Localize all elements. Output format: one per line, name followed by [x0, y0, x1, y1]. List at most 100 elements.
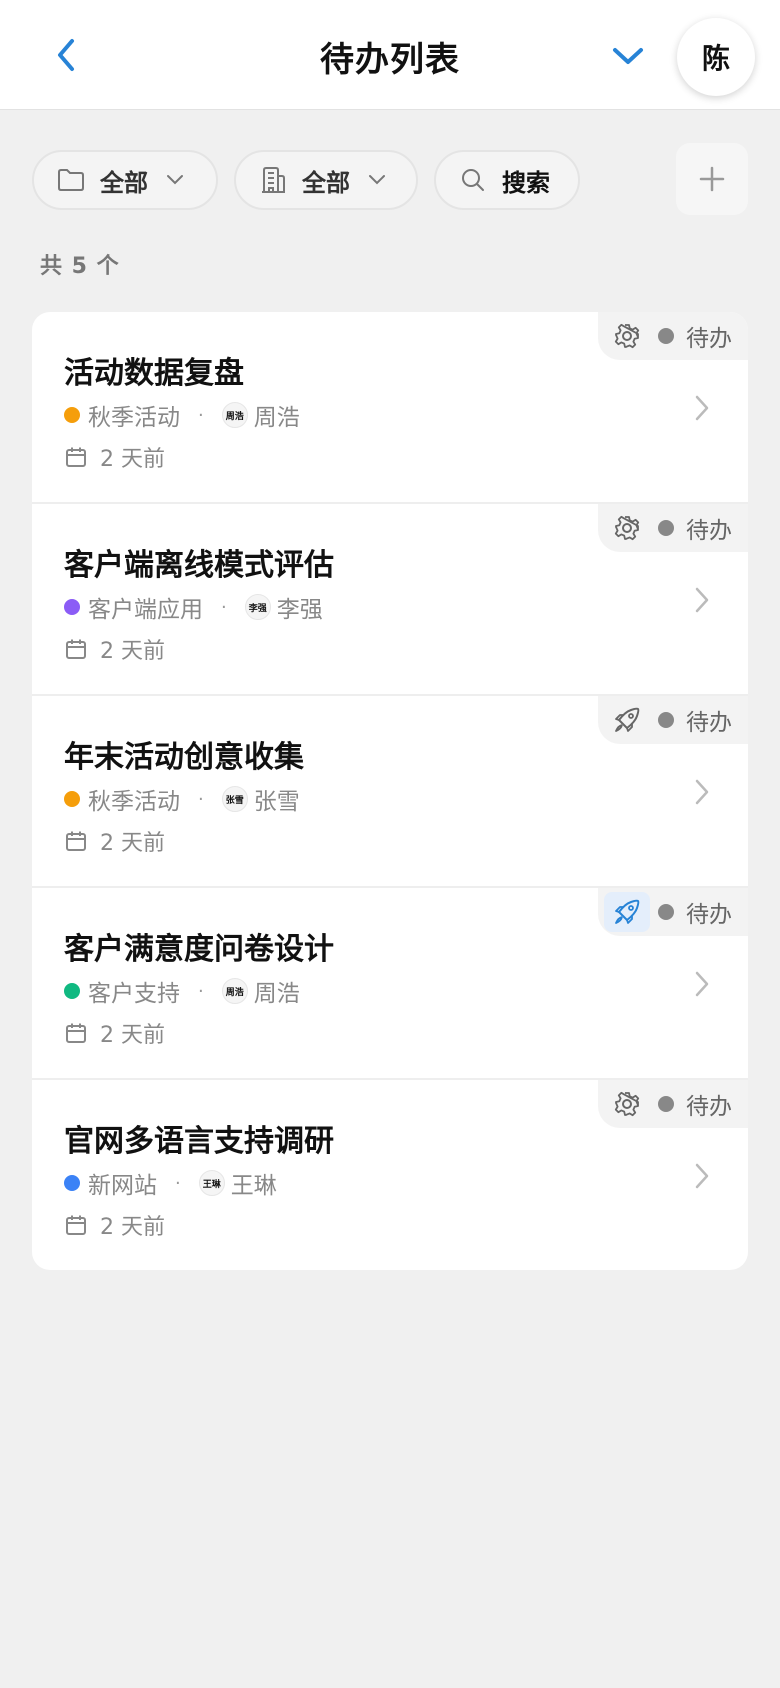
project-name: 新网站 — [88, 1173, 157, 1199]
task-card[interactable]: 待办 客户满意度问卷设计 客户支持 · 周浩 周浩 2 天前 — [32, 888, 748, 1080]
assignee-name: 周浩 — [253, 405, 300, 431]
chevron-right-icon — [690, 584, 714, 616]
task-title: 客户满意度问卷设计 — [64, 932, 334, 967]
task-card[interactable]: 待办 客户端离线模式评估 客户端应用 · 李强 李强 2 天前 — [32, 504, 748, 696]
status-label: 待办 — [686, 902, 732, 928]
rocket-icon — [604, 892, 650, 932]
date-text: 2 天前 — [100, 1215, 165, 1240]
status-label: 待办 — [686, 1094, 732, 1120]
task-date: 2 天前 — [64, 634, 165, 664]
assignee-avatar: 王琳 — [198, 1170, 225, 1196]
task-list: 待办 活动数据复盘 秋季活动 · 周浩 周浩 2 天前 待办 客户端离线模式评估… — [32, 312, 748, 1270]
project-name: 秋季活动 — [88, 405, 180, 431]
status-label: 待办 — [686, 518, 732, 544]
meta-separator: · — [198, 788, 204, 810]
date-text: 2 天前 — [100, 1023, 165, 1048]
gear-icon — [604, 508, 650, 548]
assignee-name: 李强 — [276, 597, 323, 623]
project-color-dot — [64, 791, 80, 807]
task-meta: 秋季活动 · 周浩 周浩 — [64, 398, 300, 432]
meta-separator: · — [198, 404, 204, 426]
assignee-name: 周浩 — [253, 981, 300, 1007]
task-meta: 新网站 · 王琳 王琳 — [64, 1166, 277, 1200]
project-filter-button[interactable]: 全部 — [32, 150, 218, 210]
search-icon — [458, 165, 488, 195]
chevron-down-icon — [164, 169, 186, 191]
assignee-avatar: 张雪 — [221, 786, 248, 812]
project-color-dot — [64, 599, 80, 615]
gear-icon — [604, 316, 650, 356]
status-badge: 待办 — [598, 312, 748, 360]
task-meta: 客户支持 · 周浩 周浩 — [64, 974, 300, 1008]
project-name: 客户支持 — [88, 981, 180, 1007]
task-title: 官网多语言支持调研 — [64, 1124, 334, 1159]
date-text: 2 天前 — [100, 831, 165, 856]
status-dot — [658, 520, 674, 536]
search-label: 搜索 — [502, 168, 550, 197]
task-date: 2 天前 — [64, 826, 165, 856]
project-color-dot — [64, 983, 80, 999]
rocket-icon — [604, 700, 650, 740]
calendar-icon — [64, 1021, 88, 1045]
assignee-avatar: 周浩 — [221, 402, 248, 428]
project-color-dot — [64, 1175, 80, 1191]
add-task-button[interactable] — [676, 143, 748, 215]
chevron-down-icon — [613, 48, 643, 64]
chevron-right-icon — [690, 776, 714, 808]
status-badge: 待办 — [598, 504, 748, 552]
chevron-right-icon — [690, 392, 714, 424]
folder-icon — [56, 165, 86, 195]
status-dot — [658, 712, 674, 728]
chevron-right-icon — [690, 968, 714, 1000]
page-title: 待办列表 — [320, 40, 460, 80]
calendar-icon — [64, 445, 88, 469]
task-card[interactable]: 待办 年末活动创意收集 秋季活动 · 张雪 张雪 2 天前 — [32, 696, 748, 888]
meta-separator: · — [175, 1172, 181, 1194]
meta-separator: · — [221, 596, 227, 618]
task-card[interactable]: 待办 官网多语言支持调研 新网站 · 王琳 王琳 2 天前 — [32, 1080, 748, 1270]
status-dot — [658, 328, 674, 344]
task-title: 活动数据复盘 — [64, 356, 244, 391]
task-meta: 秋季活动 · 张雪 张雪 — [64, 782, 300, 816]
task-title: 客户端离线模式评估 — [64, 548, 334, 583]
assignee-name: 王琳 — [230, 1173, 277, 1199]
task-count: 共 5 个 — [40, 254, 120, 279]
assignee-avatar: 周浩 — [221, 978, 248, 1004]
status-label: 待办 — [686, 326, 732, 352]
app-header: 待办列表 陈 — [0, 0, 780, 110]
status-badge: 待办 — [598, 888, 748, 936]
task-date: 2 天前 — [64, 1018, 165, 1048]
project-color-dot — [64, 407, 80, 423]
status-badge: 待办 — [598, 1080, 748, 1128]
chevron-down-icon — [366, 169, 388, 191]
project-name: 秋季活动 — [88, 789, 180, 815]
organization-filter-label: 全部 — [302, 168, 350, 197]
task-meta: 客户端应用 · 李强 李强 — [64, 590, 323, 624]
task-card[interactable]: 待办 活动数据复盘 秋季活动 · 周浩 周浩 2 天前 — [32, 312, 748, 504]
status-dot — [658, 904, 674, 920]
project-filter-label: 全部 — [100, 168, 148, 197]
date-text: 2 天前 — [100, 639, 165, 664]
project-name: 客户端应用 — [88, 597, 203, 623]
calendar-icon — [64, 637, 88, 661]
search-button[interactable]: 搜索 — [434, 150, 580, 210]
building-icon — [258, 165, 288, 195]
status-label: 待办 — [686, 710, 732, 736]
assignee-avatar: 李强 — [244, 594, 271, 620]
assignee-name: 张雪 — [253, 789, 300, 815]
meta-separator: · — [198, 980, 204, 1002]
gear-icon — [604, 1084, 650, 1124]
organization-filter-button[interactable]: 全部 — [234, 150, 418, 210]
task-date: 2 天前 — [64, 1210, 165, 1240]
status-badge: 待办 — [598, 696, 748, 744]
task-date: 2 天前 — [64, 442, 165, 472]
title-dropdown-button[interactable] — [606, 38, 650, 74]
plus-icon — [699, 166, 725, 192]
calendar-icon — [64, 1213, 88, 1237]
task-title: 年末活动创意收集 — [64, 740, 304, 775]
date-text: 2 天前 — [100, 447, 165, 472]
status-dot — [658, 1096, 674, 1112]
calendar-icon — [64, 829, 88, 853]
chevron-right-icon — [690, 1160, 714, 1192]
user-avatar-button[interactable]: 陈 — [677, 18, 755, 96]
